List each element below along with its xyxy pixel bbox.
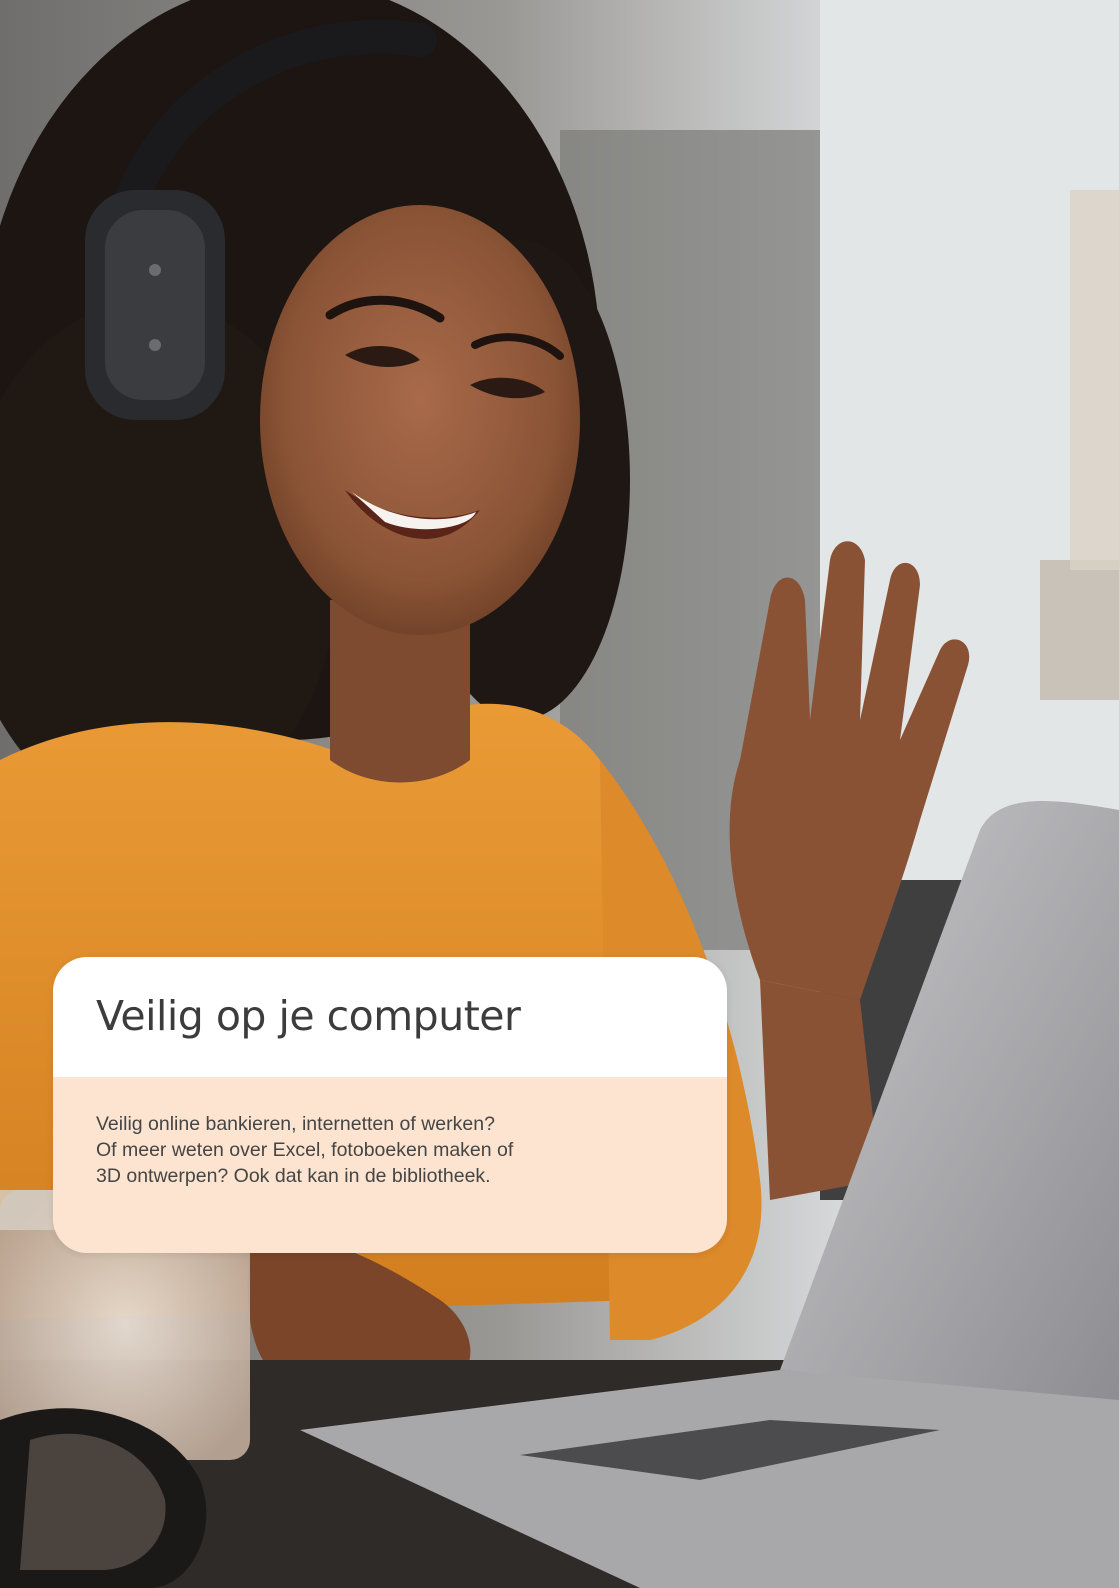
card-description-line: Of meer weten over Excel, fotoboeken mak… — [96, 1139, 514, 1161]
card-title: Veilig op je computer — [96, 992, 521, 1040]
card-description-line: Veilig online bankieren, internetten of … — [96, 1113, 495, 1135]
card-body: Veilig online bankieren, internetten of … — [53, 1077, 727, 1253]
hero-photo — [0, 0, 1119, 1588]
card-description-line: 3D ontwerpen? Ook dat kan in de biblioth… — [96, 1165, 491, 1187]
card-header: Veilig op je computer — [53, 957, 727, 1077]
card-description: Veilig online bankieren, internetten of … — [96, 1111, 696, 1189]
info-card: Veilig op je computer Veilig online bank… — [53, 957, 727, 1253]
